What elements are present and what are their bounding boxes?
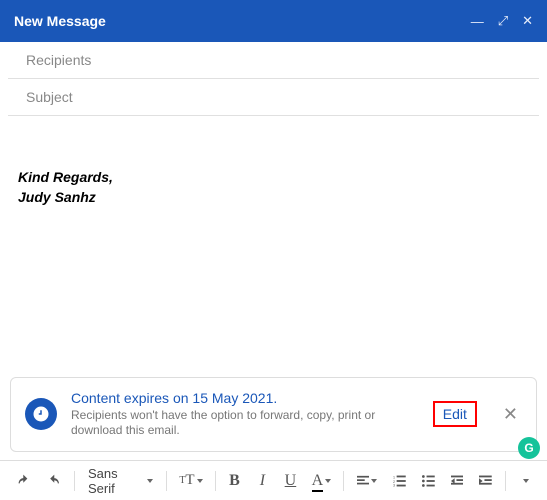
- message-body[interactable]: Kind Regards, Judy Sanhz: [0, 116, 547, 369]
- chevron-down-icon: [147, 479, 153, 483]
- chevron-down-icon: [325, 479, 331, 483]
- toolbar-divider: [505, 471, 506, 491]
- formatting-toolbar: Sans Serif TT B I U A 123: [0, 460, 547, 500]
- text-color-dropdown[interactable]: A: [306, 468, 336, 494]
- dismiss-confidential-icon[interactable]: ✕: [499, 404, 522, 425]
- text-color-icon: A: [312, 472, 324, 490]
- font-family-dropdown[interactable]: Sans Serif: [82, 466, 159, 496]
- confidential-title: Content expires on 15 May 2021.: [71, 390, 419, 406]
- align-dropdown[interactable]: [351, 468, 383, 494]
- grammarly-icon[interactable]: G: [518, 437, 540, 459]
- toolbar-divider: [166, 471, 167, 491]
- clock-lock-icon: [25, 398, 57, 430]
- toolbar-divider: [215, 471, 216, 491]
- chevron-down-icon: [523, 479, 529, 483]
- align-left-icon: [357, 475, 369, 487]
- recipients-field[interactable]: Recipients: [8, 42, 539, 79]
- indent-less-button[interactable]: [445, 468, 470, 494]
- compose-header: New Message — ⤢ ✕: [0, 0, 547, 42]
- close-icon[interactable]: ✕: [522, 13, 533, 29]
- italic-button[interactable]: I: [250, 468, 274, 494]
- numbered-list-button[interactable]: 123: [387, 468, 412, 494]
- bulleted-list-button[interactable]: [416, 468, 441, 494]
- svg-text:1: 1: [393, 475, 395, 479]
- signature-line: Judy Sanhz: [18, 188, 529, 208]
- subject-field[interactable]: Subject: [8, 79, 539, 116]
- bold-button[interactable]: B: [222, 468, 246, 494]
- compose-window: New Message — ⤢ ✕ Recipients Subject Kin…: [0, 0, 547, 500]
- window-title: New Message: [14, 13, 106, 29]
- indent-more-button[interactable]: [473, 468, 498, 494]
- toolbar-divider: [74, 471, 75, 491]
- underline-button[interactable]: U: [278, 468, 302, 494]
- expand-icon[interactable]: ⤢: [498, 13, 508, 29]
- confidential-description: Recipients won't have the option to forw…: [71, 408, 419, 439]
- edit-confidential-button[interactable]: Edit: [433, 401, 477, 427]
- chevron-down-icon: [371, 479, 377, 483]
- redo-button[interactable]: [41, 468, 68, 494]
- svg-text:3: 3: [393, 483, 395, 487]
- toolbar-divider: [343, 471, 344, 491]
- confidential-text: Content expires on 15 May 2021. Recipien…: [71, 390, 419, 439]
- signature-line: Kind Regards,: [18, 168, 529, 188]
- undo-button[interactable]: [10, 468, 37, 494]
- signature-block: Kind Regards, Judy Sanhz: [18, 168, 529, 207]
- confidential-mode-banner: Content expires on 15 May 2021. Recipien…: [10, 377, 537, 452]
- font-size-dropdown[interactable]: TT: [174, 468, 207, 494]
- more-formatting-dropdown[interactable]: [513, 468, 537, 494]
- window-controls: — ⤢ ✕: [471, 13, 533, 29]
- font-label: Sans Serif: [88, 466, 141, 496]
- minimize-icon[interactable]: —: [471, 14, 484, 29]
- chevron-down-icon: [197, 479, 203, 483]
